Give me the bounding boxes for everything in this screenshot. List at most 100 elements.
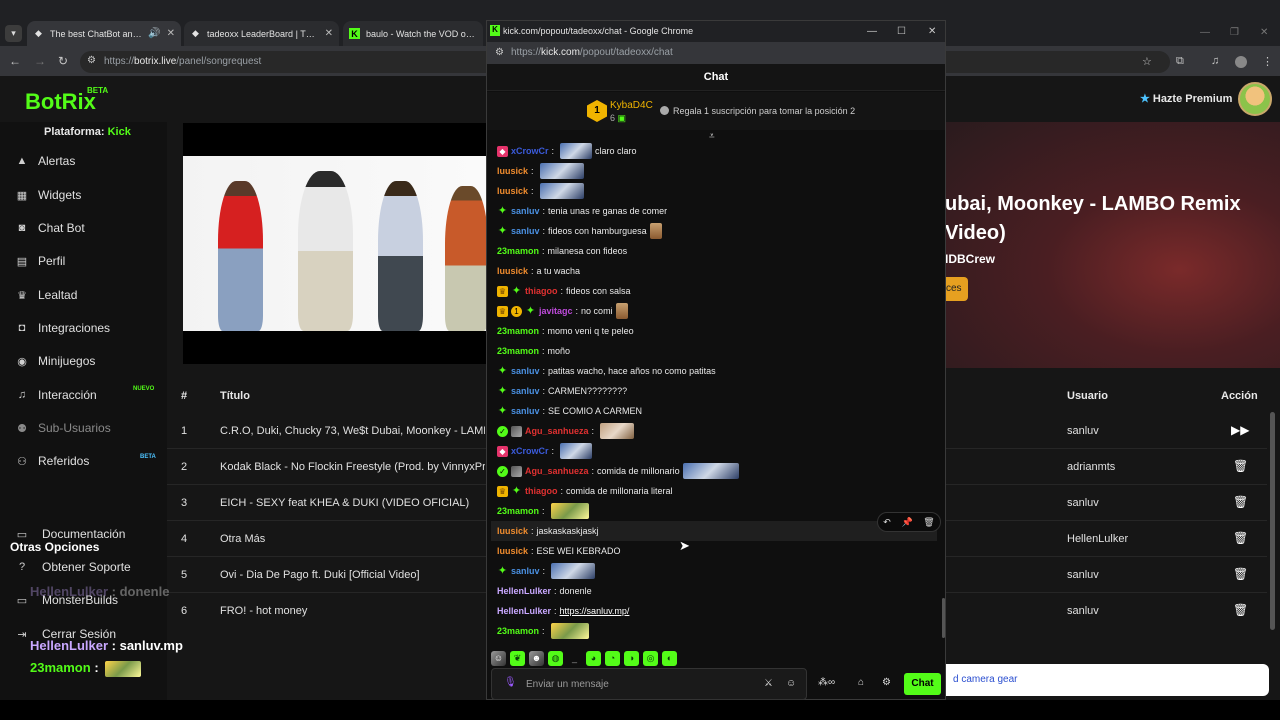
chat-username[interactable]: luusick [497,186,528,196]
sidebar-item-integraciones[interactable]: ◘ Integraciones [14,318,110,338]
send-chat-button[interactable]: Chat [904,673,941,695]
chat-username[interactable]: sanluv [511,206,540,216]
chat-message[interactable]: luusick: [497,161,587,181]
emoji-icon[interactable]: ☺ [786,678,796,689]
chat-username[interactable]: sanluv [511,226,540,236]
chat-message[interactable]: ✦ sanluv: fideos con hamburguesa [497,221,665,241]
chat-message[interactable]: 23mamon: moño [497,341,570,361]
emote-icon[interactable]: _ [567,651,582,666]
chat-message[interactable]: luusick: a tu wacha [497,261,580,281]
trash-icon[interactable]: 🗑 [1233,459,1248,473]
site-info-icon[interactable]: ⚙ [87,55,96,66]
chat-username[interactable]: sanluv [511,386,540,396]
chat-message[interactable]: ◆ xCrowCr: claro claro [497,141,637,161]
chat-message[interactable]: 23mamon: momo veni q te peleo [497,321,634,341]
chat-username[interactable]: luusick [497,546,528,556]
chat-message[interactable]: HellenLulker: donenle [497,581,592,601]
reply-icon[interactable]: ↶ [883,517,891,528]
sidebar-item-chatbot[interactable]: ◙ Chat Bot [14,218,85,238]
chat-username[interactable]: Agu_sanhueza [525,426,589,436]
emote-icon[interactable]: ☺ [491,650,506,666]
chat-username[interactable]: HellenLulker [497,606,551,616]
settings-icon[interactable]: ⚙ [882,677,891,688]
chat-username[interactable]: 23mamon [497,506,539,516]
maximize-icon[interactable]: ❐ [1230,27,1239,38]
tab-search-button[interactable]: ▾ [5,25,22,42]
forward-icon[interactable]: → [34,54,46,68]
minimize-icon[interactable]: — [1200,27,1210,38]
now-playing-button[interactable]: ces [945,277,968,301]
avatar[interactable] [1238,82,1272,116]
chat-message[interactable]: ♛ ✦ thiagoo: fideos con salsa [497,281,631,301]
chat-message[interactable]: ♛ ✦ thiagoo: comida de millonaria literal [497,481,673,501]
chat-username[interactable]: javitagc [539,306,573,316]
sidebar-item-soporte[interactable]: ? Obtener Soporte [14,557,131,577]
sidebar-item-lealtad[interactable]: ♛ Lealtad [14,285,77,305]
chat-message[interactable]: luusick: ESE WEI KEBRADO [497,541,621,561]
chat-scrollbar[interactable] [942,598,945,638]
chat-username[interactable]: luusick [497,526,528,536]
tab-leaderboard[interactable]: ◆ tadeoxx LeaderBoard | The best ✕ [184,21,339,46]
emote-icon[interactable]: ◎ [643,650,658,666]
menu-icon[interactable]: ⋮ [1262,55,1273,68]
chat-message[interactable]: ✦ sanluv: SE COMIO A CARMEN [497,401,642,421]
chat-username[interactable]: sanluv [511,406,540,416]
points-icon[interactable]: ⁂∞ [818,677,835,688]
chat-username[interactable]: luusick [497,166,528,176]
trash-icon[interactable]: 🗑 [1233,495,1248,509]
chat-username[interactable]: thiagoo [525,486,558,496]
close-window-icon[interactable]: ✕ [928,26,936,37]
chat-username[interactable]: 23mamon [497,326,539,336]
chat-username[interactable]: sanluv [511,366,540,376]
premium-button[interactable]: ★ Hazte Premium [1140,92,1232,105]
back-icon[interactable]: ← [9,54,21,68]
chat-message[interactable]: luusick: jaskaskaskjaskj [491,521,937,541]
chat-input[interactable]: 🎙 Enviar un mensaje ⚔ ☺ [491,668,807,700]
sidebar-item-alertas[interactable]: ▲ Alertas [14,151,76,171]
extensions-icon[interactable]: ⧉ [1176,55,1184,68]
sidebar-item-minijuegos[interactable]: ◉ Minijuegos [14,351,95,371]
profile-icon[interactable] [1235,56,1247,68]
chat-username[interactable]: 23mamon [497,626,539,636]
chat-username[interactable]: thiagoo [525,286,558,296]
sidebar-item-perfil[interactable]: ▤ Perfil [14,251,66,271]
microphone-icon[interactable]: 🎙 [504,677,517,688]
tab-kick-vod[interactable]: K baulo - Watch the VOD on Kick [343,21,483,46]
sidebar-item-referidos[interactable]: ⚇ Referidos [14,451,89,471]
chat-message[interactable]: ✦ sanluv: tenia unas re ganas de comer [497,201,667,221]
chat-message[interactable]: ✦ sanluv: [497,561,598,581]
emote-icon[interactable]: ◍ [548,650,563,666]
sidebar-item-interaccion[interactable]: ♫ Interacción [14,385,97,405]
sidebar-item-documentacion[interactable]: ▭ Documentación [14,524,126,544]
emote-icon[interactable]: ❦ [510,650,525,666]
site-info-icon[interactable]: ⚙ [495,47,504,58]
emote-icon[interactable]: ☻ [529,650,544,666]
chat-username[interactable]: HellenLulker [497,586,551,596]
chat-message[interactable]: ✓ Agu_sanhueza: [497,421,637,441]
speaker-icon[interactable]: 🔊 [148,28,160,39]
tab-botrix[interactable]: ◆ The best ChatBot and Widg 🔊 ✕ [27,21,181,46]
chat-username[interactable]: sanluv [511,566,540,576]
chat-message[interactable]: ◆ xCrowCr: [497,441,595,461]
chat-username[interactable]: luusick [497,266,528,276]
pinned-user[interactable]: KybaD4C [610,100,653,111]
emote-icon[interactable]: ◑ [624,650,639,666]
sidebar-item-subusuarios[interactable]: ⚉ Sub-Usuarios [14,418,111,438]
media-icon[interactable]: ♫ [1211,55,1219,67]
chat-message[interactable]: 23mamon: [497,501,592,521]
emote-icon[interactable]: ◕ [586,650,601,666]
chat-username[interactable]: xCrowCr [511,146,549,156]
pin-icon[interactable]: 📌 [901,517,912,528]
popup-url-field[interactable]: ⚙ https://kick.com/popout/tadeoxx/chat [487,42,945,64]
botrix-logo[interactable]: BotRix BETA [25,86,108,115]
trash-icon[interactable]: 🗑 [1233,531,1248,545]
chat-username[interactable]: Agu_sanhueza [525,466,589,476]
video-player[interactable] [183,123,488,364]
chat-message[interactable]: ✦ sanluv: CARMEN???????? [497,381,627,401]
delete-icon[interactable]: 🗑 [923,517,934,528]
chat-message[interactable]: ✦ sanluv: patitas wacho, hace años no como… [497,361,716,381]
chat-username[interactable]: xCrowCr [511,446,549,456]
bookmark-star-icon[interactable]: ☆ [1142,55,1152,68]
chat-message[interactable]: 23mamon: milanesa con fideos [497,241,627,261]
close-window-icon[interactable]: ✕ [1260,27,1268,38]
